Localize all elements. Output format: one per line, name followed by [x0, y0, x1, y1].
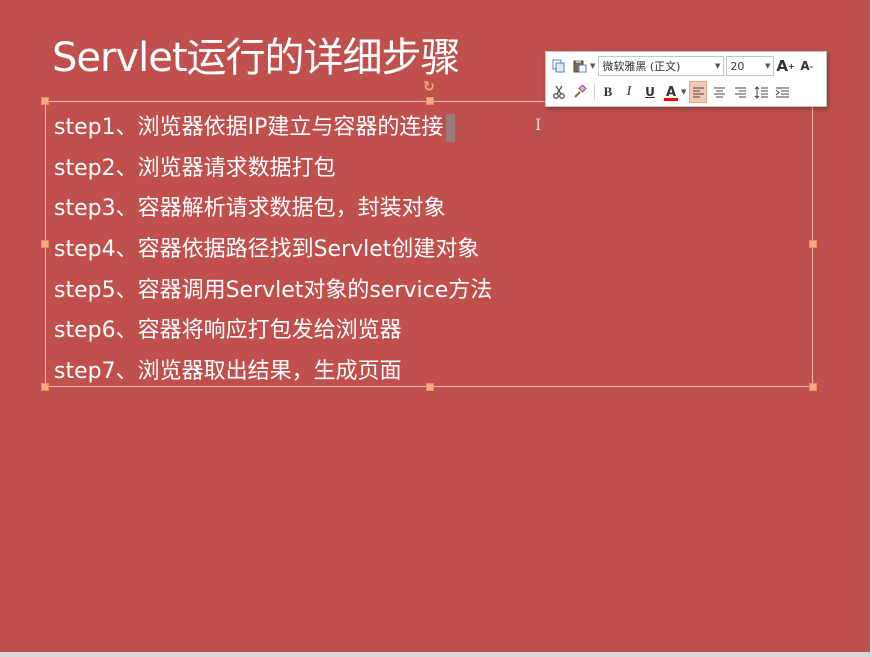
font-name-value: 微软雅黑 (正文): [602, 60, 681, 73]
font-color-button[interactable]: A: [662, 81, 680, 103]
toolbar-row-bottom: B I U A ▼: [550, 80, 794, 104]
toolbar-divider: [594, 83, 595, 101]
indent-icon[interactable]: [773, 81, 791, 103]
chevron-down-icon: ▼: [765, 62, 771, 70]
font-color-bar: [664, 98, 678, 101]
text-caret: [446, 114, 456, 142]
resize-handle-bottom-right[interactable]: [809, 383, 817, 391]
step-text: step6、容器将响应打包发给浏览器: [54, 318, 402, 344]
grow-font-icon[interactable]: A +: [776, 55, 794, 77]
paste-dropdown-icon[interactable]: ▼: [590, 62, 595, 70]
slide-title[interactable]: Servlet运行的详细步骤: [52, 30, 461, 86]
resize-handle-middle-right[interactable]: [809, 240, 817, 248]
resize-handle-top-left[interactable]: [41, 97, 49, 105]
italic-button[interactable]: I: [620, 81, 638, 103]
step-text: step2、浏览器请求数据打包: [54, 155, 336, 181]
rotate-handle-icon[interactable]: ↻: [422, 80, 436, 94]
font-name-select[interactable]: 微软雅黑 (正文) ▼: [598, 56, 725, 76]
shrink-font-icon[interactable]: A-: [798, 55, 816, 77]
content-textbox[interactable]: ↻ step1、浏览器依据IP建立与容器的连接 step2、浏览器请求数据打包 …: [41, 80, 817, 391]
underline-button[interactable]: U: [641, 81, 659, 103]
font-size-select[interactable]: 20 ▼: [726, 56, 775, 76]
chevron-down-icon: ▼: [715, 62, 721, 70]
step-item[interactable]: step6、容器将响应打包发给浏览器: [54, 311, 492, 352]
step-text: step4、容器依据路径找到Servlet创建对象: [54, 237, 480, 263]
step-item[interactable]: step7、浏览器取出结果，生成页面: [54, 352, 492, 393]
brush-icon[interactable]: [571, 81, 589, 103]
resize-handle-top-middle[interactable]: [426, 97, 434, 105]
step-item[interactable]: step2、浏览器请求数据打包: [54, 149, 492, 190]
step-text: step3、容器解析请求数据包，封装对象: [54, 196, 446, 222]
bold-button[interactable]: B: [599, 81, 617, 103]
font-size-value: 20: [730, 59, 745, 73]
copy-icon[interactable]: [550, 55, 568, 77]
resize-handle-middle-left[interactable]: [41, 240, 49, 248]
align-right-icon[interactable]: [731, 81, 749, 103]
resize-handle-bottom-left[interactable]: [41, 383, 49, 391]
floating-format-toolbar[interactable]: ▼ 微软雅黑 (正文) ▼ 20 ▼ A + A- B I U A ▼: [545, 51, 827, 107]
step-text: step7、浏览器取出结果，生成页面: [54, 359, 402, 385]
paste-icon[interactable]: [571, 55, 589, 77]
step-item[interactable]: step3、容器解析请求数据包，封装对象: [54, 189, 492, 230]
step-list[interactable]: step1、浏览器依据IP建立与容器的连接 step2、浏览器请求数据打包 st…: [54, 108, 492, 393]
step-text: step1、浏览器依据IP建立与容器的连接: [54, 115, 444, 140]
step-text: step5、容器调用Servlet对象的service方法: [54, 277, 493, 303]
scissors-icon[interactable]: [550, 81, 568, 103]
font-color-dropdown-icon[interactable]: ▼: [681, 88, 686, 96]
slide-canvas[interactable]: Servlet运行的详细步骤 ↻ step1、浏览器依据IP建立与容器的连接 s…: [0, 0, 872, 657]
align-center-icon[interactable]: [710, 81, 728, 103]
ibeam-cursor-icon: I: [535, 115, 542, 134]
step-item[interactable]: step1、浏览器依据IP建立与容器的连接: [54, 108, 492, 149]
step-item[interactable]: step4、容器依据路径找到Servlet创建对象: [54, 230, 492, 271]
step-item[interactable]: step5、容器调用Servlet对象的service方法: [54, 271, 492, 312]
line-spacing-icon[interactable]: [752, 81, 770, 103]
align-left-icon[interactable]: [689, 81, 708, 103]
toolbar-row-top: ▼ 微软雅黑 (正文) ▼ 20 ▼ A + A-: [550, 54, 819, 78]
